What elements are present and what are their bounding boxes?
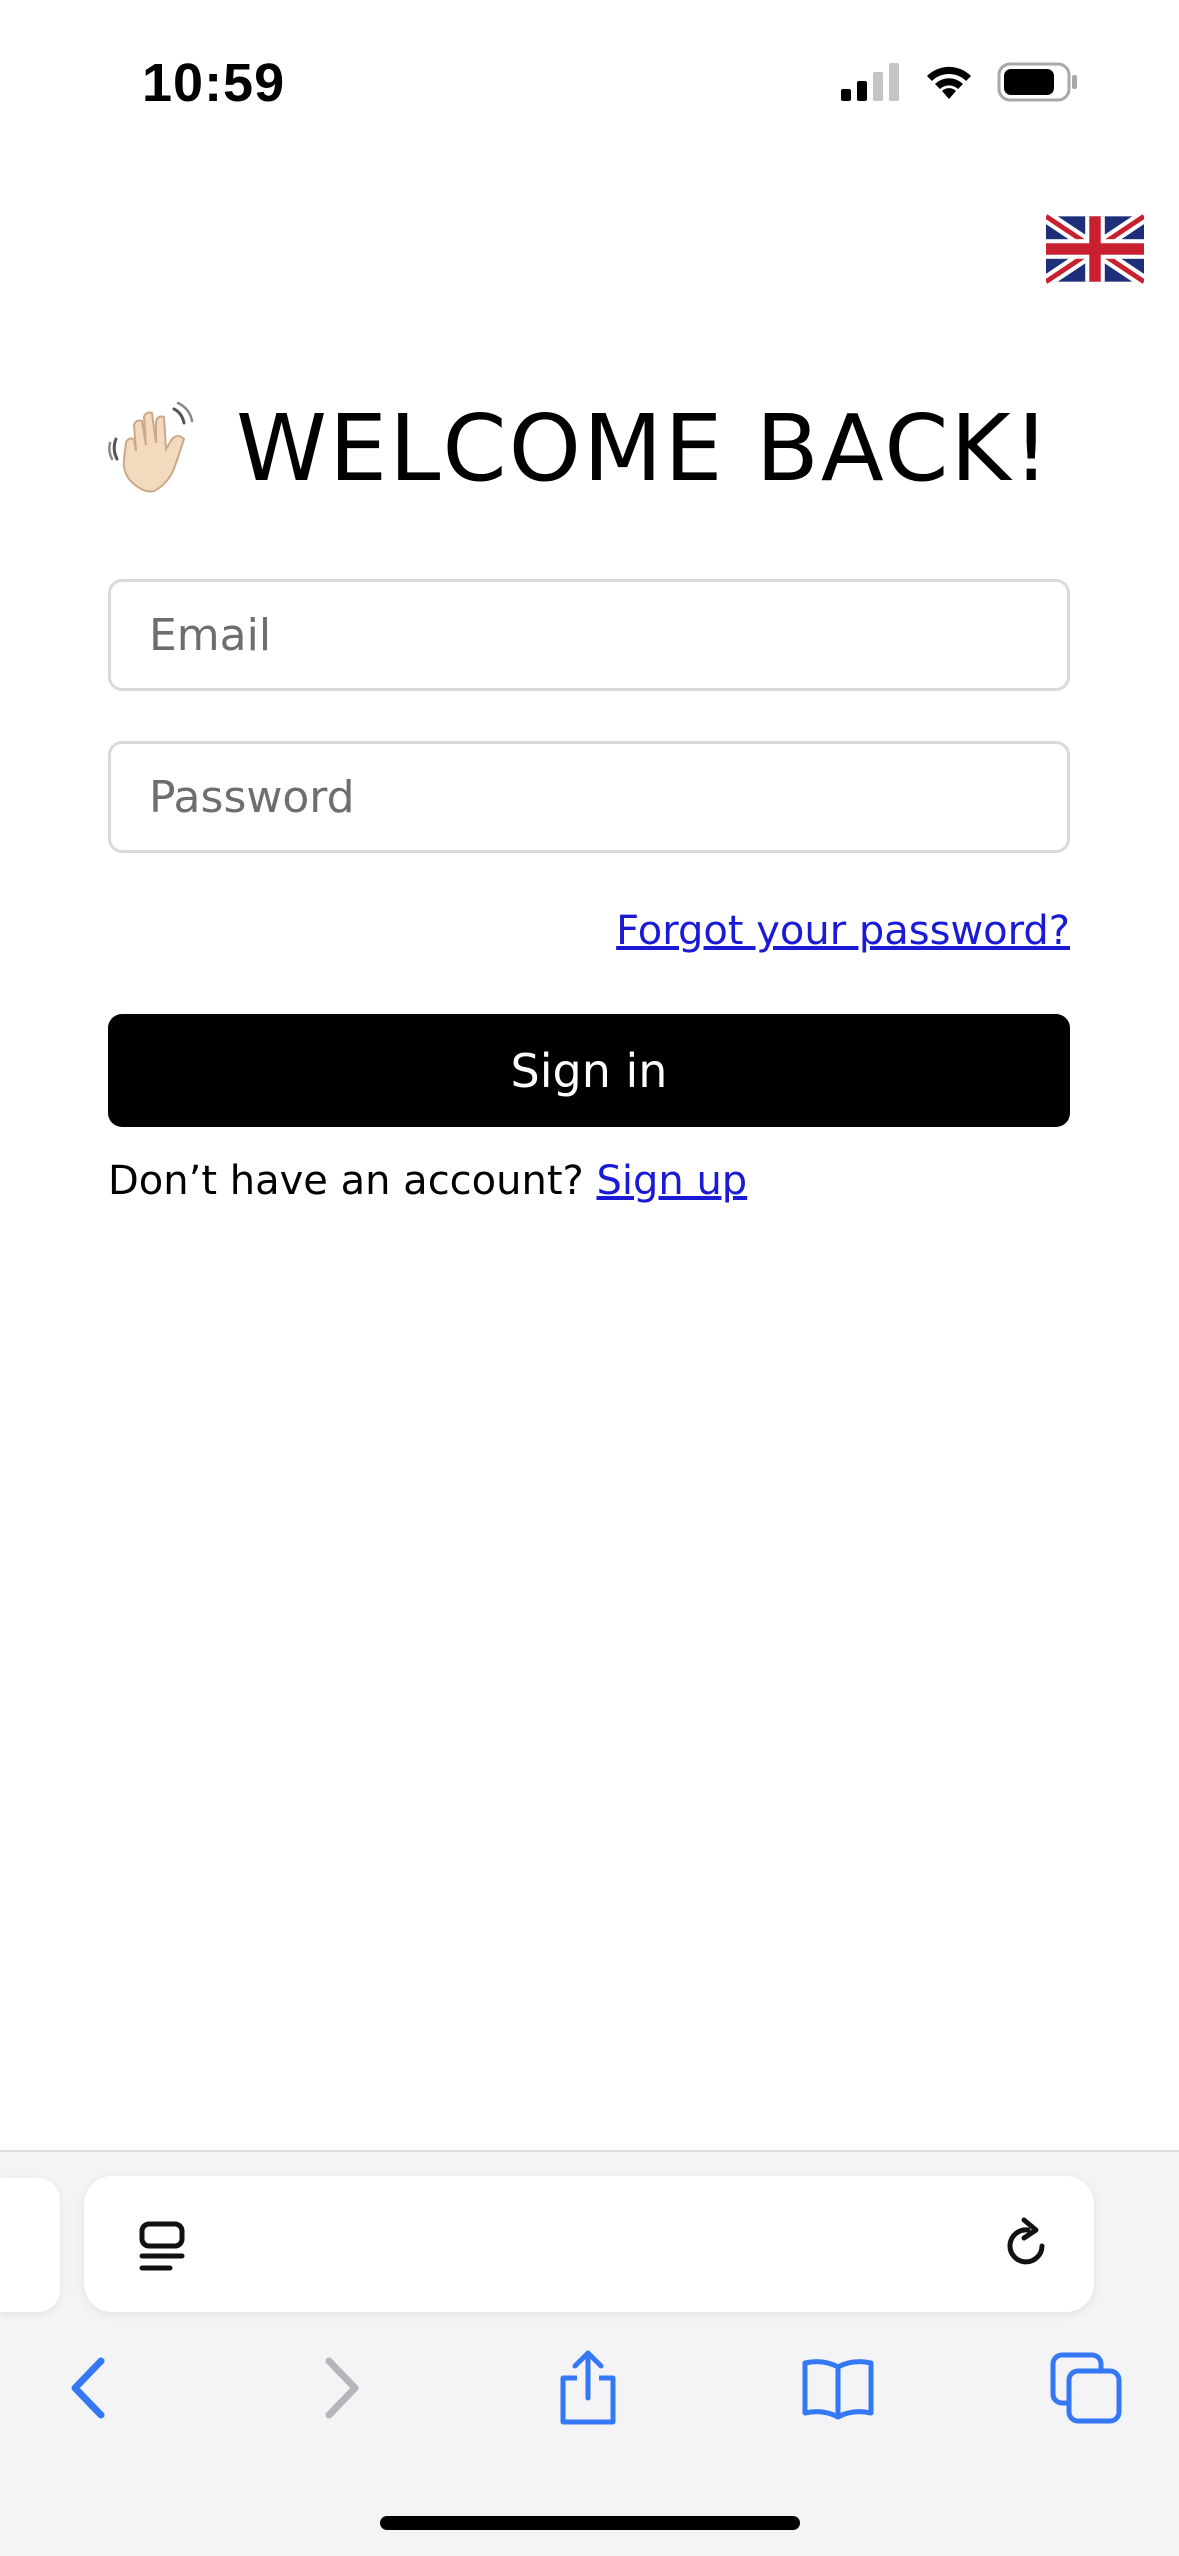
browser-toolbar: [0, 2340, 1179, 2440]
status-icons: [841, 62, 1079, 102]
bookmarks-button[interactable]: [798, 2348, 878, 2428]
share-icon: [560, 2350, 616, 2425]
back-button[interactable]: [48, 2348, 128, 2428]
password-input[interactable]: [149, 771, 1067, 823]
tabs-icon: [1050, 2352, 1122, 2424]
share-button[interactable]: [548, 2348, 628, 2428]
forward-icon: [325, 2357, 359, 2419]
reader-icon[interactable]: [134, 2218, 192, 2276]
no-account-text: Don’t have an account?: [108, 1158, 597, 1204]
email-input[interactable]: [149, 609, 1067, 661]
status-bar: 10:59: [0, 0, 1179, 175]
status-time: 10:59: [142, 53, 286, 113]
previous-tab-preview[interactable]: [0, 2178, 60, 2312]
bookmarks-icon: [802, 2359, 874, 2420]
back-icon: [71, 2357, 105, 2419]
cellular-signal-icon: [841, 63, 899, 101]
reload-icon[interactable]: [998, 2216, 1056, 2274]
home-indicator: [380, 2516, 800, 2530]
address-bar[interactable]: [84, 2176, 1094, 2312]
welcome-heading: WELCOME BACK!: [108, 395, 1052, 502]
page-title: WELCOME BACK!: [236, 395, 1052, 502]
wifi-icon: [927, 66, 971, 99]
sign-up-link[interactable]: Sign up: [596, 1158, 747, 1204]
password-field[interactable]: [108, 741, 1070, 853]
language-selector[interactable]: [1042, 210, 1148, 288]
forgot-password-link[interactable]: Forgot your password?: [616, 908, 1070, 954]
tabs-button[interactable]: [1046, 2348, 1126, 2428]
forward-button[interactable]: [302, 2348, 382, 2428]
battery-icon: [997, 62, 1077, 102]
sign-in-button[interactable]: Sign in: [108, 1014, 1070, 1127]
signup-prompt: Don’t have an account? Sign up: [108, 1158, 747, 1204]
waving-hand-icon: [108, 401, 194, 492]
email-field[interactable]: [108, 579, 1070, 691]
uk-flag-icon: [1042, 210, 1148, 288]
